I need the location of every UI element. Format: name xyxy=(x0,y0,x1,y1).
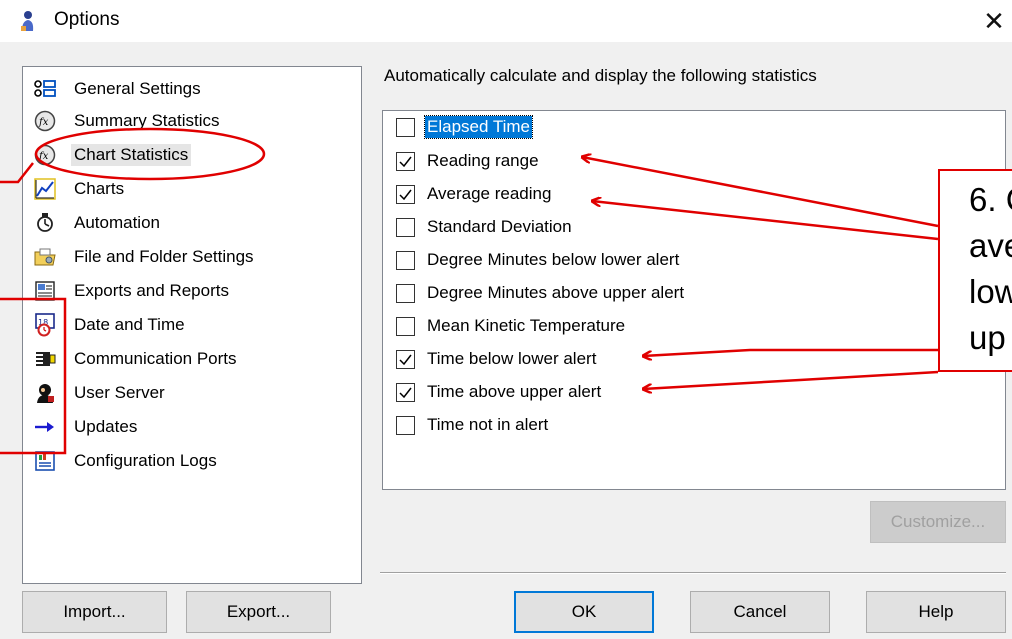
stat-label: Elapsed Time xyxy=(424,115,533,139)
checkbox[interactable] xyxy=(396,382,415,402)
fx-icon: fx xyxy=(33,143,57,167)
stat-time-not-in-alert[interactable]: Time not in alert xyxy=(396,410,550,440)
sidebar-item-label: Exports and Reports xyxy=(74,281,229,300)
app-icon xyxy=(21,11,34,31)
sidebar-item-label: User Server xyxy=(74,383,165,402)
customize-button[interactable]: Customize... xyxy=(870,501,1006,543)
help-button[interactable]: Help xyxy=(866,591,1006,633)
checkbox[interactable] xyxy=(396,250,415,270)
arrow-right-icon xyxy=(33,415,57,439)
checkbox[interactable] xyxy=(396,151,415,171)
stat-average-reading[interactable]: Average reading xyxy=(396,179,553,209)
stat-elapsed-time[interactable]: Elapsed Time xyxy=(396,112,533,142)
dialog-body: General Settings fx Summary Statistics f… xyxy=(0,42,1012,639)
stat-label: Time not in alert xyxy=(427,415,549,434)
stat-standard-deviation[interactable]: Standard Deviation xyxy=(396,212,574,242)
sidebar-item-file-folder-settings[interactable]: File and Folder Settings xyxy=(33,243,254,271)
stats-heading: Automatically calculate and display the … xyxy=(384,66,817,85)
log-icon xyxy=(33,449,57,473)
sidebar-item-user-server[interactable]: User Server xyxy=(33,379,165,407)
stat-label: Average reading xyxy=(427,184,552,203)
line-chart-icon xyxy=(33,177,57,201)
sidebar-item-chart-statistics[interactable]: fx Chart Statistics xyxy=(33,141,192,169)
annotation-line: ave xyxy=(969,227,1012,264)
calendar-clock-icon: 18 xyxy=(33,313,57,337)
sidebar-item-label: Date and Time xyxy=(74,315,185,334)
stat-label: Reading range xyxy=(427,151,539,170)
settings-list-icon xyxy=(33,77,57,101)
sidebar-item-general-settings[interactable]: General Settings xyxy=(33,75,201,103)
sidebar-item-configuration-logs[interactable]: Configuration Logs xyxy=(33,447,217,475)
statistics-list: Elapsed Time Reading range Average readi… xyxy=(382,110,1006,490)
svg-text:fx: fx xyxy=(38,151,49,162)
close-button[interactable]: ✕ xyxy=(976,2,1012,40)
title-bar: Options ✕ xyxy=(0,0,1012,42)
automation-icon xyxy=(33,211,57,235)
cancel-button[interactable]: Cancel xyxy=(690,591,830,633)
export-button[interactable]: Export... xyxy=(186,591,331,633)
options-tree: General Settings fx Summary Statistics f… xyxy=(22,66,362,584)
sidebar-item-label: Automation xyxy=(74,213,160,232)
sidebar-item-label: Configuration Logs xyxy=(74,451,217,470)
stat-label: Degree Minutes below lower alert xyxy=(427,250,680,269)
annotation-line: up xyxy=(969,319,1006,356)
sidebar-item-date-time[interactable]: 18 Date and Time xyxy=(33,311,185,339)
sidebar-item-automation[interactable]: Automation xyxy=(33,209,160,237)
stat-label: Time above upper alert xyxy=(427,382,602,401)
port-icon xyxy=(33,347,57,371)
annotation-line: 6. C xyxy=(969,181,1012,218)
stat-time-below-lower[interactable]: Time below lower alert xyxy=(396,344,598,374)
import-button[interactable]: Import... xyxy=(22,591,167,633)
annotation-line: low xyxy=(969,273,1012,310)
window-title: Options xyxy=(54,9,120,30)
stat-mean-kinetic-temperature[interactable]: Mean Kinetic Temperature xyxy=(396,311,627,341)
ok-button[interactable]: OK xyxy=(514,591,654,633)
checkbox[interactable] xyxy=(396,217,415,237)
stat-label: Degree Minutes above upper alert xyxy=(427,283,685,302)
stat-degree-minutes-above[interactable]: Degree Minutes above upper alert xyxy=(396,278,686,308)
stat-reading-range[interactable]: Reading range xyxy=(396,146,541,176)
divider xyxy=(380,572,1006,574)
stat-label: Mean Kinetic Temperature xyxy=(427,316,626,335)
sidebar-item-label: File and Folder Settings xyxy=(74,247,254,266)
folder-icon xyxy=(33,245,57,269)
sidebar-item-label: Chart Statistics xyxy=(71,144,192,166)
annotation-callout: 6. C ave low up xyxy=(938,169,1012,372)
stat-label: Standard Deviation xyxy=(427,217,572,236)
sidebar-item-label: Communication Ports xyxy=(74,349,237,368)
report-icon xyxy=(33,279,57,303)
sidebar-item-summary-statistics[interactable]: fx Summary Statistics xyxy=(33,107,219,135)
checkbox[interactable] xyxy=(396,184,415,204)
sidebar-item-label: General Settings xyxy=(74,79,201,98)
user-server-icon xyxy=(33,381,57,405)
sidebar-item-label: Charts xyxy=(74,179,125,198)
stat-time-above-upper[interactable]: Time above upper alert xyxy=(396,377,603,407)
sidebar-item-exports-reports[interactable]: Exports and Reports xyxy=(33,277,229,305)
fx-icon: fx xyxy=(33,109,57,133)
sidebar-item-updates[interactable]: Updates xyxy=(33,413,137,441)
checkbox[interactable] xyxy=(396,415,415,435)
checkbox[interactable] xyxy=(396,117,415,137)
checkbox[interactable] xyxy=(396,316,415,336)
svg-text:fx: fx xyxy=(38,117,49,128)
sidebar-item-label: Updates xyxy=(74,417,138,436)
stat-degree-minutes-below[interactable]: Degree Minutes below lower alert xyxy=(396,245,681,275)
sidebar-item-label: Summary Statistics xyxy=(74,111,220,130)
checkbox[interactable] xyxy=(396,283,415,303)
sidebar-item-charts[interactable]: Charts xyxy=(33,175,124,203)
sidebar-item-communication-ports[interactable]: Communication Ports xyxy=(33,345,237,373)
checkbox[interactable] xyxy=(396,349,415,369)
stat-label: Time below lower alert xyxy=(427,349,597,368)
